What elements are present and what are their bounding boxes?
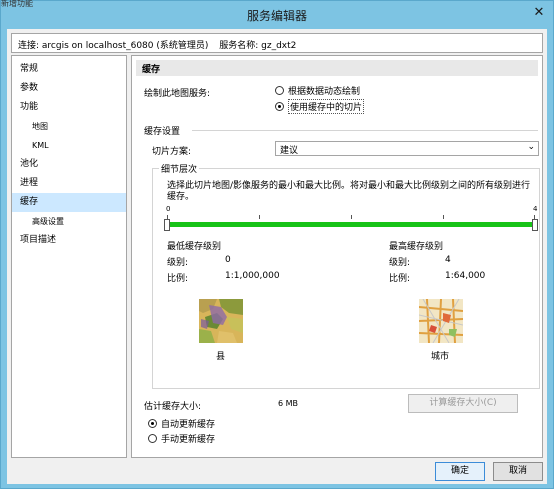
min-scale-label: 比例: [167,274,189,284]
lod-group: 细节层次 选择此切片地图/影像服务的最小和最大比例。将对最小和最大比例级别之间的… [152,162,540,389]
radio-dot [275,86,284,95]
nav-item-kml[interactable]: KML [12,136,126,155]
settings-label: 缓存设置 [144,127,181,137]
radio-dot [148,434,157,443]
county-map-thumbnail [199,299,243,343]
tiling-scheme-select[interactable]: 建议 ⌄ [275,141,539,156]
nav-item-advanced[interactable]: 高级设置 [12,212,126,231]
radio-label: 自动更新缓存 [161,420,216,430]
panel-header: 缓存 [136,60,538,76]
lod-legend: 细节层次 [159,162,200,175]
radio-dot-selected [148,419,157,428]
min-level-value: 0 [225,255,231,265]
connection-text: 连接: arcgis on localhost_6080 (系统管理员) [18,41,209,51]
lod-description: 选择此切片地图/影像服务的最小和最大比例。将对最小和最大比例级别之间的所有级别进… [167,181,531,202]
nav-item-parameters[interactable]: 参数 [12,79,126,98]
county-caption: 县 [216,352,226,362]
nav-item-map[interactable]: 地图 [12,117,126,136]
min-level-label: 级别: [167,258,189,268]
divider [192,130,538,131]
service-editor-window: 新增功能 服务编辑器 ✕ 连接: arcgis on localhost_608… [0,0,554,489]
radio-draw-cached[interactable]: 使用缓存中的切片 [275,99,365,114]
nav-item-caching[interactable]: 缓存 [12,193,126,212]
cache-panel: 缓存 绘制此地图服务: 根据数据动态绘制 使用缓存中的切片 缓存设置 切片方案:… [131,55,543,458]
city-map-thumbnail [419,299,463,343]
radio-label: 使用缓存中的切片 [288,99,365,114]
slider-min-thumb[interactable] [164,219,170,231]
estimate-label: 估计缓存大小: [144,402,202,412]
max-scale-label: 比例: [389,274,411,284]
max-level-title: 最高缓存级别 [389,242,444,252]
tiling-scheme-value: 建议 [280,146,299,156]
max-level-label: 级别: [389,258,411,268]
max-level-value: 4 [445,255,451,265]
draw-label: 绘制此地图服务: [144,89,211,99]
slider-tick [351,215,352,219]
nav-item-item-description[interactable]: 项目描述 [12,231,126,250]
city-caption: 城市 [431,352,450,362]
estimate-value: 6 MB [278,399,299,408]
close-icon[interactable]: ✕ [531,5,547,21]
calculate-cache-size-button[interactable]: 计算缓存大小(C) [408,394,518,413]
scheme-label: 切片方案: [152,147,192,157]
ok-button[interactable]: 确定 [435,462,485,481]
min-level-title: 最低缓存级别 [167,242,222,252]
nav-item-processes[interactable]: 进程 [12,174,126,193]
service-name-text: 服务名称: gz_dxt2 [219,41,297,51]
title-bar[interactable]: 服务编辑器 ✕ [1,1,553,29]
slider-max-thumb[interactable] [532,219,538,231]
max-scale-value: 1:64,000 [445,271,486,281]
radio-label: 根据数据动态绘制 [288,87,361,97]
slider-tick [443,215,444,219]
nav-item-general[interactable]: 常规 [12,60,126,79]
slider-max-label: 4 [533,205,538,213]
min-scale-value: 1:1,000,000 [225,271,280,281]
window-title: 服务编辑器 [246,9,307,23]
nav-item-pooling[interactable]: 池化 [12,155,126,174]
radio-label: 手动更新缓存 [161,435,216,445]
nav-list: 常规 参数 功能 地图 KML 池化 进程 缓存 高级设置 项目描述 [11,55,127,458]
radio-auto-update[interactable]: 自动更新缓存 [148,417,215,430]
chevron-down-icon: ⌄ [527,142,535,152]
nav-item-capabilities[interactable]: 功能 [12,98,126,117]
slider-min-label: 0 [166,205,171,213]
radio-draw-dynamic[interactable]: 根据数据动态绘制 [275,84,360,97]
radio-dot-selected [275,102,284,111]
dialog-client: 连接: arcgis on localhost_6080 (系统管理员) 服务名… [7,29,547,484]
slider-tick [259,215,260,219]
cache-level-slider[interactable] [167,222,535,227]
connection-bar: 连接: arcgis on localhost_6080 (系统管理员) 服务名… [11,33,543,53]
radio-manual-update[interactable]: 手动更新缓存 [148,432,215,445]
cancel-button[interactable]: 取消 [493,462,543,481]
